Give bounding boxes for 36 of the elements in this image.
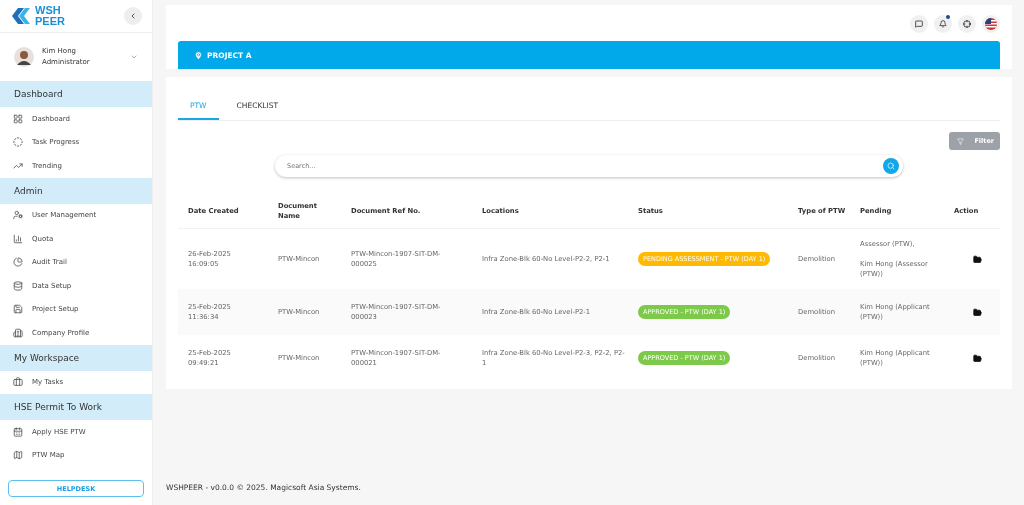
crosshair-icon	[963, 20, 971, 28]
sidebar-section: HSE Permit To Work	[0, 394, 152, 420]
trend-line-icon	[13, 160, 23, 171]
sidebar-section: My Workspace	[0, 344, 152, 371]
user-gear-icon	[13, 210, 23, 221]
folder-icon[interactable]	[972, 307, 982, 317]
brand-name: WSH PEER	[35, 5, 65, 27]
sidebar-section: Admin	[0, 177, 152, 204]
notification-dot	[946, 15, 950, 19]
save-icon	[13, 304, 23, 315]
folder-icon[interactable]	[972, 353, 982, 363]
location-pin-icon	[194, 50, 203, 60]
bar-chart-icon	[13, 233, 23, 244]
notification-button[interactable]	[934, 15, 952, 33]
chat-button[interactable]	[910, 15, 928, 33]
bell-icon	[939, 20, 947, 28]
pie-chart-icon	[13, 257, 23, 268]
folder-icon[interactable]	[972, 254, 982, 264]
briefcase-icon	[13, 377, 23, 388]
grid-icon	[13, 113, 23, 124]
filter-icon	[957, 137, 965, 145]
building-icon	[13, 327, 23, 338]
avatar	[14, 47, 34, 67]
chat-icon	[915, 20, 923, 28]
search-icon	[887, 162, 895, 170]
chevron-left-icon	[129, 12, 137, 20]
search-button[interactable]	[883, 158, 899, 174]
flag-icon	[985, 18, 997, 30]
language-button[interactable]	[982, 15, 1000, 33]
progress-circle-icon	[13, 137, 23, 148]
logo-icon	[10, 6, 32, 26]
calendar-icon	[13, 426, 23, 437]
locate-button[interactable]	[958, 15, 976, 33]
database-icon	[13, 280, 23, 291]
sidebar-section: Dashboard	[0, 81, 152, 107]
map-icon	[13, 450, 23, 461]
